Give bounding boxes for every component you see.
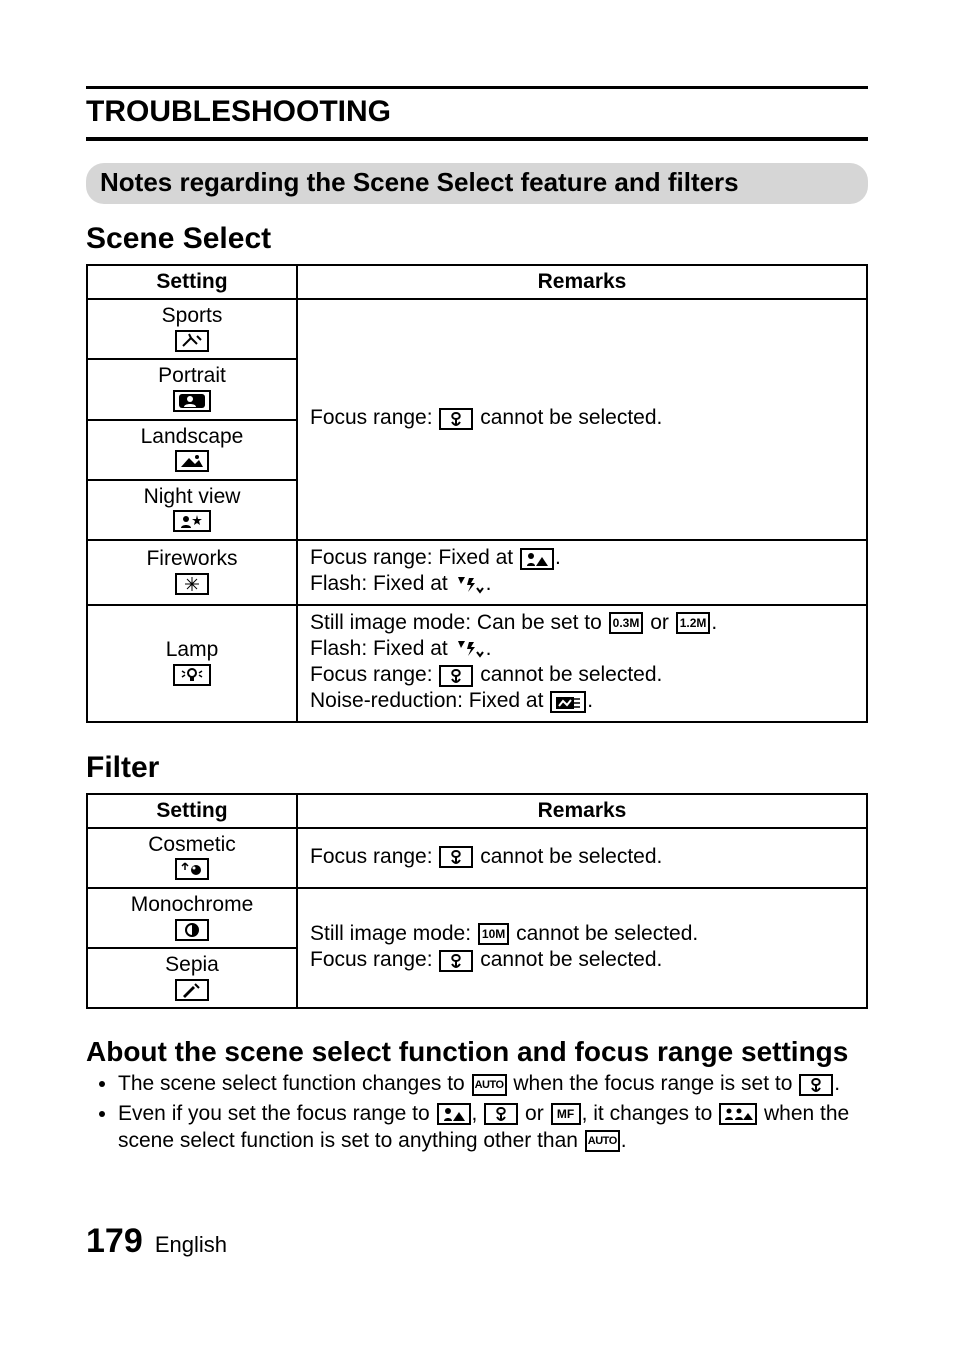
sepia-icon	[175, 979, 209, 1001]
text: .	[587, 689, 593, 712]
text: Focus range:	[310, 845, 438, 868]
bullet-1: The scene select function changes to AUT…	[118, 1070, 868, 1097]
text: Flash: Fixed at	[310, 572, 454, 595]
about-bullets: The scene select function changes to AUT…	[100, 1070, 868, 1154]
text: .	[555, 546, 561, 569]
macro-icon	[439, 846, 473, 868]
lamp-icon	[173, 664, 211, 686]
fireworks-icon	[175, 573, 209, 595]
label-monochrome: Monochrome	[131, 893, 254, 916]
page-lang: English	[155, 1232, 227, 1257]
col-remarks: Remarks	[297, 265, 867, 299]
mf-icon: MF	[551, 1103, 581, 1125]
landscape-icon	[175, 450, 209, 472]
auto-icon: AUTO	[585, 1130, 620, 1152]
macro-icon	[439, 665, 473, 687]
text: Flash: Fixed at	[310, 637, 454, 660]
sports-icon	[175, 330, 209, 352]
monochrome-icon	[175, 919, 209, 941]
label-lamp: Lamp	[166, 638, 219, 661]
text: cannot be selected.	[480, 845, 662, 868]
text: .	[486, 572, 492, 595]
row-sepia: Sepia	[87, 948, 297, 1008]
chapter-title: TROUBLESHOOTING	[86, 86, 868, 141]
text: Still image mode:	[310, 922, 477, 945]
label-fireworks: Fireworks	[146, 547, 237, 570]
row-cosmetic: Cosmetic	[87, 828, 297, 888]
text: .	[621, 1129, 627, 1152]
m03-icon: 0.3M	[609, 612, 644, 634]
text: , it changes to	[582, 1102, 719, 1125]
text: Noise-reduction: Fixed at	[310, 689, 549, 712]
flash-off-icon	[455, 574, 485, 596]
portrait-icon	[173, 390, 211, 412]
text: cannot be selected.	[480, 406, 662, 429]
text: cannot be selected.	[516, 922, 698, 945]
row-lamp: Lamp	[87, 605, 297, 722]
col-remarks: Remarks	[297, 794, 867, 828]
label-sepia: Sepia	[165, 953, 219, 976]
text: Still image mode: Can be set to	[310, 611, 608, 634]
filter-heading: Filter	[86, 751, 868, 785]
text: .	[711, 611, 717, 634]
flash-off-icon	[455, 638, 485, 660]
col-setting: Setting	[87, 265, 297, 299]
mountain-person-icon	[520, 548, 554, 570]
label-nightview: Night view	[144, 485, 241, 508]
scene-select-table: Setting Remarks Sports Focus range: cann…	[86, 264, 868, 723]
text: or	[650, 611, 675, 634]
label-cosmetic: Cosmetic	[148, 833, 236, 856]
page-number: 179	[86, 1222, 143, 1260]
macro-icon	[799, 1074, 833, 1096]
row-landscape: Landscape	[87, 420, 297, 480]
macro-icon	[439, 950, 473, 972]
text: Focus range:	[310, 406, 438, 429]
remarks-lamp: Still image mode: Can be set to 0.3M or …	[297, 605, 867, 722]
nightview-icon	[173, 510, 211, 532]
filter-table: Setting Remarks Cosmetic Focus range: ca…	[86, 793, 868, 1010]
text: .	[834, 1072, 840, 1095]
text: Even if you set the focus range to	[118, 1102, 436, 1125]
cosmetic-icon	[175, 858, 209, 880]
text: .	[486, 637, 492, 660]
row-nightview: Night view	[87, 480, 297, 540]
text: when the focus range is set to	[513, 1072, 798, 1095]
row-sports: Sports	[87, 299, 297, 359]
page-footer: 179 English	[86, 1222, 227, 1261]
m12-icon: 1.2M	[676, 612, 711, 634]
macro-icon	[439, 408, 473, 430]
remarks-cosmetic: Focus range: cannot be selected.	[297, 828, 867, 888]
text: Focus range: Fixed at	[310, 546, 519, 569]
row-portrait: Portrait	[87, 359, 297, 419]
noise-reduction-icon	[550, 691, 586, 713]
text: Focus range:	[310, 663, 438, 686]
about-heading: About the scene select function and focu…	[86, 1037, 868, 1068]
person-mountain-combo-icon	[719, 1103, 757, 1125]
bullet-2: Even if you set the focus range to , or …	[118, 1100, 868, 1155]
text: Focus range:	[310, 948, 438, 971]
label-portrait: Portrait	[158, 364, 226, 387]
notes-pill: Notes regarding the Scene Select feature…	[86, 163, 868, 204]
label-sports: Sports	[162, 304, 223, 327]
remarks-group1: Focus range: cannot be selected.	[297, 299, 867, 540]
remarks-mono-sepia: Still image mode: 10M cannot be selected…	[297, 888, 867, 1009]
label-landscape: Landscape	[141, 425, 244, 448]
text: or	[525, 1102, 550, 1125]
row-fireworks: Fireworks	[87, 540, 297, 605]
scene-select-heading: Scene Select	[86, 222, 868, 256]
text: cannot be selected.	[480, 948, 662, 971]
macro-icon	[484, 1103, 518, 1125]
text: ,	[472, 1102, 484, 1125]
text: cannot be selected.	[480, 663, 662, 686]
remarks-fireworks: Focus range: Fixed at . Flash: Fixed at …	[297, 540, 867, 605]
mountain-person-icon	[437, 1103, 471, 1125]
row-monochrome: Monochrome	[87, 888, 297, 948]
m10-icon: 10M	[478, 923, 509, 945]
text: The scene select function changes to	[118, 1072, 471, 1095]
auto-icon: AUTO	[472, 1074, 507, 1096]
col-setting: Setting	[87, 794, 297, 828]
